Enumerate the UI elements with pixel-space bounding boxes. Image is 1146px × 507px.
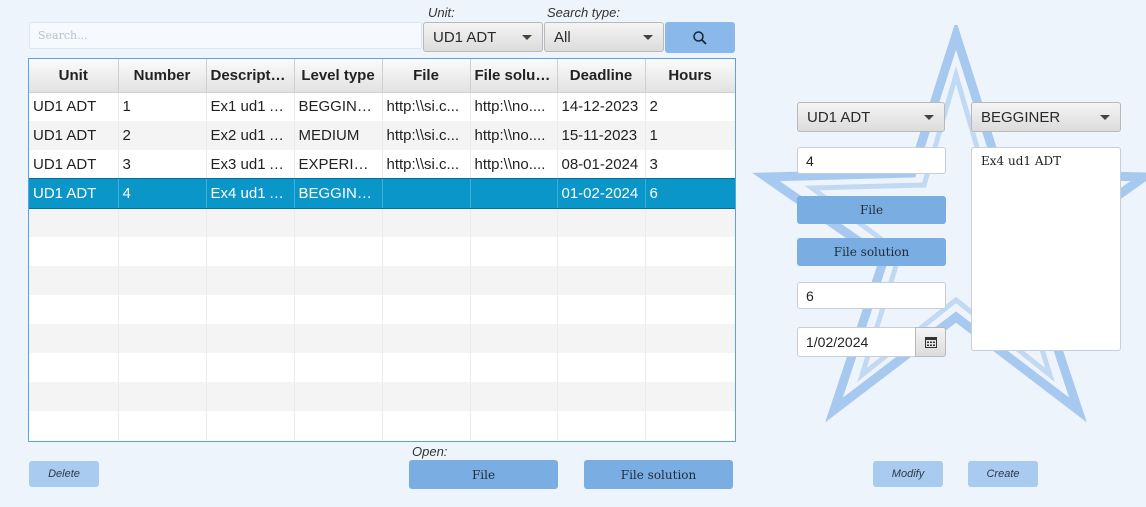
column-header-hours[interactable]: Hours [645, 59, 735, 93]
description-textarea[interactable]: Ex4 ud1 ADT [971, 147, 1121, 351]
search-type-value: All [554, 28, 571, 46]
cell-file [382, 179, 471, 208]
table-header-row: Unit Number Description Level type File … [29, 59, 735, 93]
cell-file: http:\\si.c... [382, 92, 471, 121]
open-file-solution-button[interactable]: File solution [584, 460, 733, 489]
create-button[interactable]: Create [968, 461, 1038, 487]
form-level-value: BEGGINER [981, 108, 1061, 126]
open-file-button[interactable]: File [409, 460, 558, 489]
column-header-level-type[interactable]: Level type [294, 59, 383, 93]
column-header-deadline[interactable]: Deadline [557, 59, 646, 93]
cell-file-solution: http:\\no.... [470, 92, 558, 121]
column-header-number[interactable]: Number [118, 59, 207, 93]
chevron-down-icon [643, 35, 653, 40]
cell-unit: UD1 ADT [29, 150, 119, 179]
form-file-solution-button[interactable]: File solution [797, 238, 946, 266]
cell-deadline: 01-02-2024 [557, 179, 646, 208]
cell-description: Ex4 ud1 A... [206, 179, 295, 208]
empty-row [29, 237, 735, 266]
delete-button[interactable]: Delete [29, 461, 99, 487]
cell-hours: 2 [645, 92, 735, 121]
cell-unit: UD1 ADT [29, 121, 119, 150]
search-type-label: Search type: [547, 5, 620, 20]
search-icon [693, 30, 707, 45]
chevron-down-icon [924, 115, 934, 120]
table-row[interactable]: UD1 ADT 1 Ex1 ud1 A... BEGGINER http:\\s… [29, 92, 735, 121]
table-row[interactable]: UD1 ADT 2 Ex2 ud1 A... MEDIUM http:\\si.… [29, 121, 735, 150]
cell-file: http:\\si.c... [382, 150, 471, 179]
cell-number: 1 [118, 92, 207, 121]
unit-filter-value: UD1 ADT [433, 28, 497, 46]
search-button[interactable] [665, 22, 735, 53]
cell-number: 2 [118, 121, 207, 150]
cell-description: Ex2 ud1 A... [206, 121, 295, 150]
exercises-table[interactable]: Unit Number Description Level type File … [28, 58, 736, 442]
cell-unit: UD1 ADT [29, 92, 119, 121]
cell-hours: 1 [645, 121, 735, 150]
cell-hours: 6 [645, 179, 735, 208]
empty-row [29, 353, 735, 382]
unit-filter-label: Unit: [428, 5, 455, 20]
open-label: Open: [412, 444, 448, 459]
chevron-down-icon [522, 35, 532, 40]
cell-hours: 3 [645, 150, 735, 179]
cell-level-type: BEGGINER [294, 92, 383, 121]
empty-row [29, 411, 735, 440]
column-header-file-solution[interactable]: File solut... [470, 59, 558, 93]
cell-level-type: MEDIUM [294, 121, 383, 150]
form-file-button[interactable]: File [797, 196, 946, 224]
column-header-file[interactable]: File [382, 59, 471, 93]
empty-row [29, 208, 735, 237]
form-unit-value: UD1 ADT [807, 108, 871, 126]
table-row-selected[interactable]: UD1 ADT 4 Ex4 ud1 A... BEGGINER 01-02-20… [29, 178, 735, 209]
cell-deadline: 08-01-2024 [557, 150, 646, 179]
table-row[interactable]: UD1 ADT 3 Ex3 ud1 A... EXPERIEN... http:… [29, 150, 735, 179]
cell-level-type: EXPERIEN... [294, 150, 383, 179]
empty-row [29, 266, 735, 295]
calendar-icon [924, 337, 937, 348]
empty-row [29, 295, 735, 324]
cell-deadline: 15-11-2023 [557, 121, 646, 150]
cell-unit: UD1 ADT [29, 179, 119, 208]
unit-filter-dropdown[interactable]: UD1 ADT [423, 22, 543, 52]
form-unit-dropdown[interactable]: UD1 ADT [797, 102, 945, 132]
modify-button[interactable]: Modify [873, 461, 943, 487]
deadline-date-field[interactable]: 1/02/2024 [797, 327, 916, 357]
cell-deadline: 14-12-2023 [557, 92, 646, 121]
hours-field[interactable]: 6 [797, 282, 946, 309]
cell-file-solution: http:\\no.... [470, 150, 558, 179]
form-level-dropdown[interactable]: BEGGINER [971, 102, 1121, 132]
search-type-dropdown[interactable]: All [544, 22, 664, 52]
cell-file-solution [470, 179, 558, 208]
cell-file: http:\\si.c... [382, 121, 471, 150]
cell-description: Ex1 ud1 A... [206, 92, 295, 121]
cell-file-solution: http:\\no.... [470, 121, 558, 150]
calendar-picker-button[interactable] [915, 327, 946, 357]
empty-row [29, 382, 735, 411]
cell-description: Ex3 ud1 A... [206, 150, 295, 179]
number-field[interactable]: 4 [797, 147, 946, 174]
cell-number: 4 [118, 179, 207, 208]
chevron-down-icon [1100, 115, 1110, 120]
cell-level-type: BEGGINER [294, 179, 383, 208]
column-header-unit[interactable]: Unit [29, 59, 119, 93]
search-input[interactable] [29, 22, 422, 49]
cell-number: 3 [118, 150, 207, 179]
empty-row [29, 324, 735, 353]
column-header-description[interactable]: Description [206, 59, 295, 93]
